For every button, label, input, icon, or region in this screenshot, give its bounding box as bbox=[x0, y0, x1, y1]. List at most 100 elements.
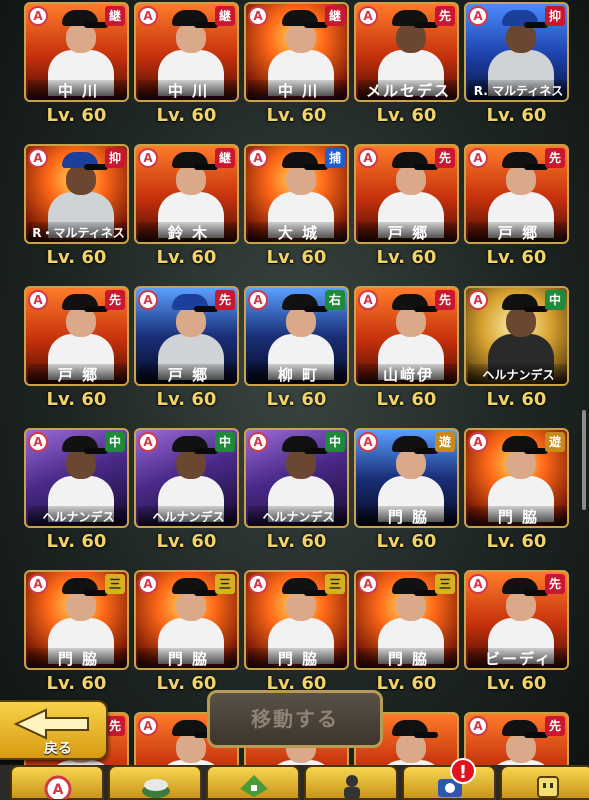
player-portrait bbox=[154, 294, 224, 380]
card-frame: A 右柳 町 bbox=[244, 286, 349, 386]
scrollbar[interactable] bbox=[582, 410, 586, 510]
player-card[interactable]: A 先ビーディ Lv. 60 bbox=[464, 570, 569, 697]
position-badge: 三 bbox=[215, 574, 235, 594]
player-card[interactable]: A 抑 R. マルティネス Lv. 60 bbox=[464, 2, 569, 129]
player-portrait bbox=[44, 10, 114, 96]
player-card[interactable]: A 先山﨑伊 Lv. 60 bbox=[354, 286, 459, 413]
player-name: 戸 郷 bbox=[28, 364, 127, 384]
player-level: Lv. 60 bbox=[156, 105, 217, 126]
card-frame: A 先メルセデス bbox=[354, 2, 459, 102]
position-badge: 継 bbox=[215, 6, 235, 26]
position-badge: 先 bbox=[105, 290, 125, 310]
position-badge: 継 bbox=[325, 6, 345, 26]
player-portrait bbox=[154, 152, 224, 238]
position-badge: 先 bbox=[435, 148, 455, 168]
card-frame: A 遊門 脇 bbox=[464, 428, 569, 528]
rank-a-badge-icon: A bbox=[138, 290, 158, 310]
player-card[interactable]: A 遊門 脇 Lv. 60 bbox=[464, 428, 569, 555]
player-level: Lv. 60 bbox=[376, 105, 437, 126]
rank-a-badge-icon: A bbox=[358, 290, 378, 310]
player-level: Lv. 60 bbox=[156, 531, 217, 552]
player-name: ヘルナンデス bbox=[138, 506, 237, 526]
player-portrait bbox=[374, 294, 444, 380]
tab-player[interactable] bbox=[304, 765, 398, 800]
player-card[interactable]: A 先戸 郷 Lv. 60 bbox=[24, 286, 129, 413]
rank-a-badge-icon: A bbox=[248, 290, 268, 310]
player-card[interactable]: A三門 脇 Lv. 60 bbox=[354, 570, 459, 697]
player-name: ヘルナンデス bbox=[248, 506, 347, 526]
player-level: Lv. 60 bbox=[46, 531, 107, 552]
tab-a-badge[interactable]: A bbox=[10, 765, 104, 800]
card-frame: A 抑 R・マルティネス bbox=[24, 144, 129, 244]
player-level: Lv. 60 bbox=[486, 247, 547, 268]
player-level: Lv. 60 bbox=[486, 389, 547, 410]
player-card[interactable]: A 中ヘルナンデス Lv. 60 bbox=[244, 428, 349, 555]
position-badge: 三 bbox=[105, 574, 125, 594]
card-frame: A 中ヘルナンデス bbox=[134, 428, 239, 528]
rank-a-badge-icon: A bbox=[138, 574, 158, 594]
player-card[interactable]: A 継鈴 木 Lv. 60 bbox=[134, 144, 239, 271]
rank-a-badge-icon: A bbox=[28, 148, 48, 168]
position-badge: 先 bbox=[215, 290, 235, 310]
position-badge: 遊 bbox=[435, 432, 455, 452]
tab-shop[interactable] bbox=[402, 765, 496, 800]
back-button[interactable]: 戻る bbox=[0, 700, 108, 760]
tab-stadium[interactable] bbox=[108, 765, 202, 800]
position-badge: 右 bbox=[325, 290, 345, 310]
card-frame: A 三門 脇 bbox=[134, 570, 239, 670]
player-card[interactable]: A三門 脇 Lv. 60 bbox=[24, 570, 129, 697]
player-name: 山﨑伊 bbox=[358, 364, 457, 384]
svg-text:A: A bbox=[53, 782, 64, 798]
move-button[interactable]: 移動する bbox=[207, 690, 383, 748]
player-card[interactable]: A 先戸 郷 Lv. 60 bbox=[464, 144, 569, 271]
tab-box[interactable] bbox=[500, 765, 589, 800]
card-frame: A 遊門 脇 bbox=[354, 428, 459, 528]
player-portrait bbox=[154, 578, 224, 664]
card-frame: A 先戸 郷 bbox=[24, 286, 129, 386]
player-name: 中 川 bbox=[248, 80, 347, 100]
stadium-icon bbox=[142, 779, 170, 798]
player-name: R. マルティネス bbox=[468, 80, 567, 100]
rank-a-badge-icon: A bbox=[28, 432, 48, 452]
rank-a-badge-icon: A bbox=[468, 574, 488, 594]
player-card[interactable]: A 継中 川 Lv. 60 bbox=[244, 2, 349, 129]
player-name: 門 脇 bbox=[248, 648, 347, 668]
rank-a-badge-icon: A bbox=[358, 574, 378, 594]
player-card[interactable]: A三門 脇 Lv. 60 bbox=[244, 570, 349, 697]
position-badge: 先 bbox=[435, 6, 455, 26]
tab-field[interactable] bbox=[206, 765, 300, 800]
player-level: Lv. 60 bbox=[376, 389, 437, 410]
back-arrow-icon bbox=[13, 708, 89, 740]
player-card[interactable]: A 中ヘルナンデス Lv. 60 bbox=[24, 428, 129, 555]
player-name: メルセデス bbox=[358, 80, 457, 100]
rank-a-badge-icon: A bbox=[248, 148, 268, 168]
card-frame: A 三門 脇 bbox=[244, 570, 349, 670]
back-label: 戻る bbox=[44, 741, 72, 757]
card-frame: A 先戸 郷 bbox=[464, 144, 569, 244]
player-level: Lv. 60 bbox=[486, 531, 547, 552]
player-card[interactable]: A 継中 川 Lv. 60 bbox=[134, 2, 239, 129]
player-card[interactable]: A 先戸 郷 Lv. 60 bbox=[134, 286, 239, 413]
player-card[interactable]: A 遊門 脇 Lv. 60 bbox=[354, 428, 459, 555]
card-frame: A 先戸 郷 bbox=[354, 144, 459, 244]
player-card[interactable]: A 右柳 町 Lv. 60 bbox=[244, 286, 349, 413]
rank-a-badge-icon: A bbox=[468, 148, 488, 168]
card-frame: A 継中 川 bbox=[134, 2, 239, 102]
player-name: 柳 町 bbox=[248, 364, 347, 384]
player-name: 中 川 bbox=[138, 80, 237, 100]
player-level: Lv. 60 bbox=[46, 247, 107, 268]
player-name: 門 脇 bbox=[358, 506, 457, 526]
player-level: Lv. 60 bbox=[486, 673, 547, 694]
player-level: Lv. 60 bbox=[376, 531, 437, 552]
player-card[interactable]: A三門 脇 Lv. 60 bbox=[134, 570, 239, 697]
position-badge: 中 bbox=[215, 432, 235, 452]
player-card[interactable]: A 中ヘルナンデス Lv. 60 bbox=[464, 286, 569, 413]
position-badge: 先 bbox=[545, 148, 565, 168]
player-card[interactable]: A 抑 R・マルティネス Lv. 60 bbox=[24, 144, 129, 271]
player-card[interactable]: A 継中 川 Lv. 60 bbox=[24, 2, 129, 129]
player-card[interactable]: A 捕大 城 Lv. 60 bbox=[244, 144, 349, 271]
player-card[interactable]: A 先戸 郷 Lv. 60 bbox=[354, 144, 459, 271]
a-badge-icon: A bbox=[44, 775, 72, 799]
player-card[interactable]: A 中ヘルナンデス Lv. 60 bbox=[134, 428, 239, 555]
player-card[interactable]: A 先メルセデス Lv. 60 bbox=[354, 2, 459, 129]
